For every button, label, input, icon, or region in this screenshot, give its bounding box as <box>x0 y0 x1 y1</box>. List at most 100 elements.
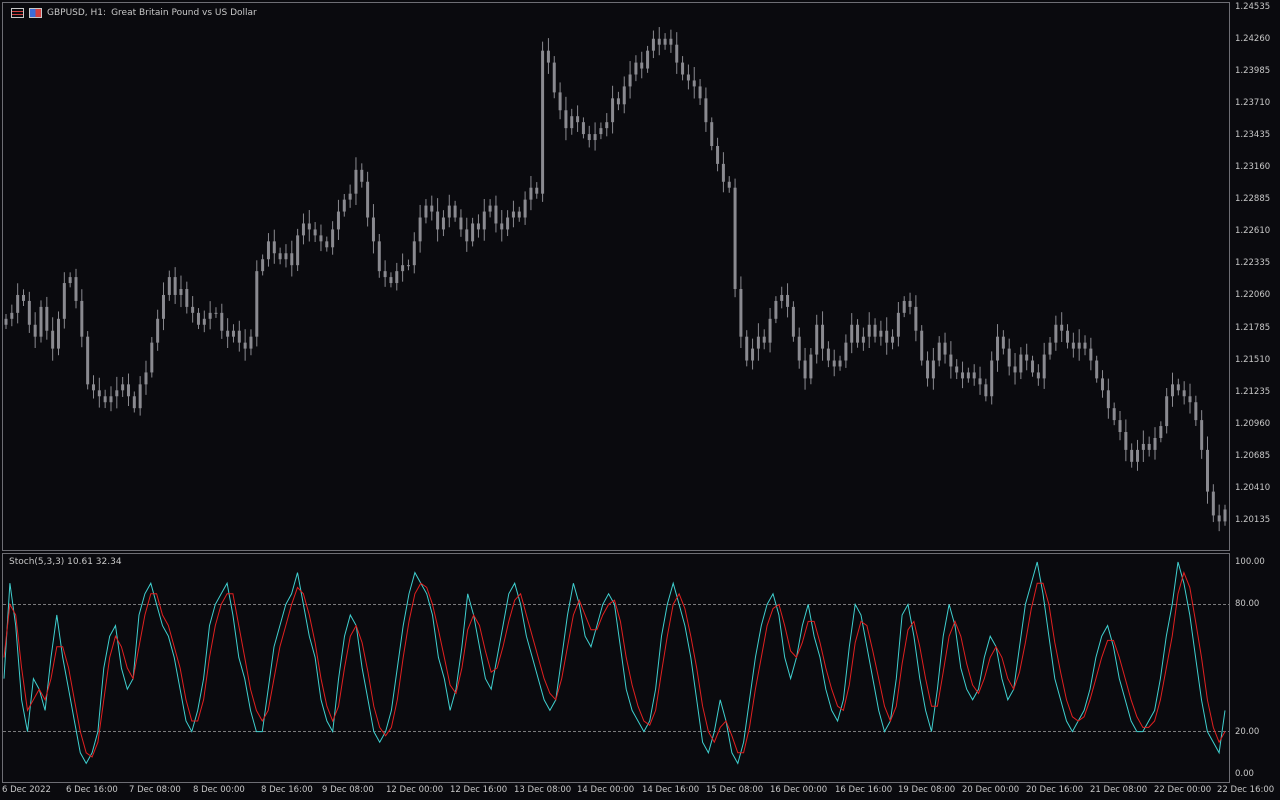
candle <box>296 228 300 272</box>
price-axis-label: 1.20135 <box>1235 514 1271 525</box>
candle <box>996 324 1000 372</box>
candle <box>821 311 825 361</box>
candle <box>4 314 8 330</box>
time-axis-label: 20 Dec 16:00 <box>1026 785 1084 795</box>
candle <box>366 171 370 227</box>
candle <box>1136 439 1140 471</box>
candle <box>319 224 323 252</box>
candle <box>879 320 883 346</box>
candle <box>634 55 638 82</box>
candle <box>506 210 510 237</box>
candle <box>611 85 615 134</box>
candle <box>937 336 941 367</box>
candle <box>552 56 556 99</box>
time-axis-label: 12 Dec 00:00 <box>386 785 444 795</box>
candle <box>132 391 136 413</box>
price-axis-label: 1.22610 <box>1235 226 1271 237</box>
candle <box>179 275 183 308</box>
price-axis-label: 1.22060 <box>1235 290 1271 301</box>
candle <box>616 91 620 111</box>
candle <box>255 260 259 347</box>
candle <box>1106 378 1110 419</box>
candle <box>51 317 55 361</box>
time-axis-label: 6 Dec 16:00 <box>66 785 118 795</box>
candle <box>990 351 994 405</box>
stochastic-pane[interactable]: Stoch(5,3,3) 10.61 32.34 <box>2 553 1230 783</box>
candle <box>966 367 970 383</box>
candle <box>1089 337 1093 371</box>
time-axis-label: 9 Dec 08:00 <box>322 785 374 795</box>
candle <box>762 329 766 350</box>
candle <box>867 312 871 348</box>
candle <box>1176 378 1180 396</box>
candle <box>1060 312 1064 343</box>
candle <box>27 291 31 333</box>
candle <box>138 376 142 416</box>
candle <box>873 318 877 343</box>
candle <box>231 324 235 343</box>
candle <box>1066 324 1070 349</box>
candle <box>716 137 720 172</box>
candle <box>395 262 399 291</box>
stochastic-axis-label: 20.00 <box>1235 726 1260 737</box>
candle <box>471 217 475 247</box>
candle <box>261 254 265 276</box>
price-chart-pane[interactable]: GBPUSD, H1: Great Britain Pound vs US Do… <box>2 2 1230 551</box>
candle <box>389 272 393 288</box>
candle <box>675 32 679 74</box>
candle <box>74 268 78 309</box>
candle <box>1159 421 1163 443</box>
candle <box>488 199 492 218</box>
candle <box>266 233 270 267</box>
candle <box>1211 484 1215 523</box>
candle <box>657 27 661 56</box>
candle <box>56 311 60 356</box>
candle <box>226 318 230 348</box>
candle <box>500 210 504 242</box>
candle <box>354 157 358 205</box>
candle <box>628 61 632 99</box>
candle <box>686 64 690 90</box>
stochastic-chart[interactable] <box>3 554 1229 782</box>
candle <box>587 125 591 148</box>
candle <box>1001 330 1005 355</box>
candle <box>1182 381 1186 405</box>
candle <box>16 283 20 324</box>
candle <box>465 217 469 252</box>
candle <box>45 296 49 340</box>
time-axis-label: 15 Dec 08:00 <box>706 785 764 795</box>
menu-icon[interactable] <box>11 8 24 18</box>
time-axis-label: 7 Dec 08:00 <box>129 785 181 795</box>
time-axis-label: 8 Dec 16:00 <box>261 785 313 795</box>
chart-flag-icon[interactable] <box>29 8 42 18</box>
candle <box>91 375 95 399</box>
candle <box>278 247 282 265</box>
candle <box>1101 370 1105 398</box>
candle <box>896 302 900 347</box>
candle <box>727 176 731 193</box>
candle <box>535 182 539 199</box>
candle <box>436 198 440 242</box>
candle <box>1217 504 1221 532</box>
candle <box>301 213 305 245</box>
candle <box>214 307 218 318</box>
candle <box>424 199 428 224</box>
price-chart[interactable] <box>3 3 1229 550</box>
time-axis-label: 14 Dec 16:00 <box>642 785 700 795</box>
candle <box>80 289 84 348</box>
candle <box>144 360 148 395</box>
candle <box>949 341 953 379</box>
symbol-description: Great Britain Pound vs US Dollar <box>111 8 257 18</box>
candle <box>1188 383 1192 414</box>
candle <box>564 96 568 141</box>
candle <box>272 229 276 264</box>
candle <box>803 347 807 390</box>
candle <box>581 117 585 139</box>
candle <box>208 301 212 330</box>
candle <box>1141 430 1145 462</box>
candle <box>1206 436 1210 504</box>
candle <box>325 236 329 252</box>
candle <box>774 296 778 324</box>
candle <box>786 283 790 318</box>
candle <box>1165 388 1169 434</box>
